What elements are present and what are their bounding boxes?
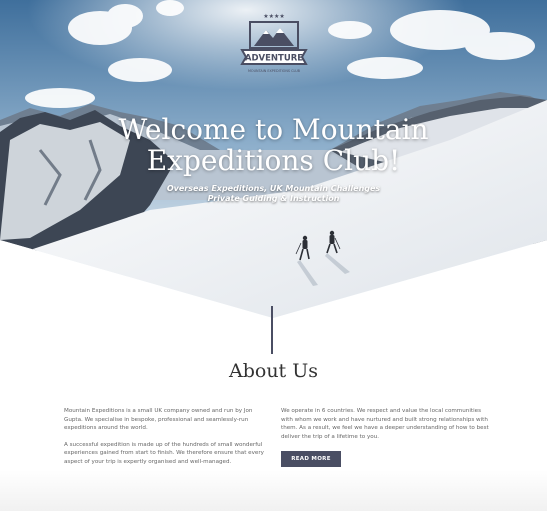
logo-stars: ★★★★ [263,13,285,20]
footer-fade [0,470,547,511]
about-left-column: Mountain Expeditions is a small UK compa… [64,407,272,475]
about-paragraph-1: Mountain Expeditions is a small UK compa… [64,408,253,432]
about-us-heading: About Us [229,360,318,382]
about-paragraph-2: A successful expedition is made up of th… [64,441,264,465]
about-right-column: We operate in 6 countries. We respect an… [281,407,489,449]
adventure-logo[interactable]: ★★★★ ADVENTURE MOUNTAIN EXPEDITIONS CLUB [236,10,312,82]
read-more-button[interactable]: READ MORE [281,451,341,467]
logo-tagline: MOUNTAIN EXPEDITIONS CLUB [248,69,301,73]
hero-subtitle-line-2: Private Guiding & Instruction [207,194,340,203]
hero-banner: ★★★★ ADVENTURE MOUNTAIN EXPEDITIONS CLUB… [0,0,547,330]
hero-subtitle: Overseas Expeditions, UK Mountain Challe… [0,184,547,204]
logo-badge-icon: ★★★★ ADVENTURE MOUNTAIN EXPEDITIONS CLUB [240,13,308,73]
hero-title: Welcome to Mountain Expeditions Club! [0,114,547,176]
about-paragraph-3: We operate in 6 countries. We respect an… [281,408,489,440]
logo-text: ADVENTURE [245,54,303,64]
section-divider [271,306,273,354]
hero-title-line-1: Welcome to Mountain [118,113,429,146]
hero-title-line-2: Expeditions Club! [146,144,401,177]
hero-subtitle-line-1: Overseas Expeditions, UK Mountain Challe… [166,184,381,193]
